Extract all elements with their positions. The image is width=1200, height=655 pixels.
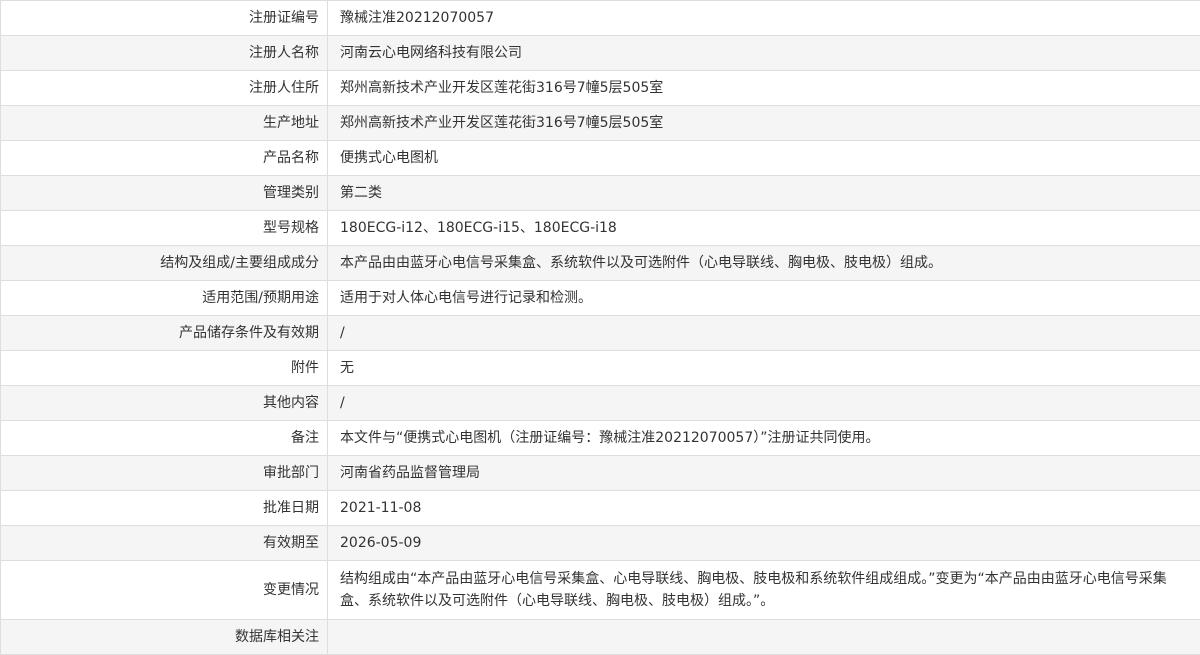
field-label: 型号规格 xyxy=(0,210,328,246)
field-label: 结构及组成/主要组成成分 xyxy=(0,245,328,281)
field-value: 2021-11-08 xyxy=(327,490,1200,526)
row-attachments: 附件 无 xyxy=(0,350,1200,386)
field-label: 注册证编号 xyxy=(0,0,328,36)
field-label: 适用范围/预期用途 xyxy=(0,280,328,316)
field-label: 生产地址 xyxy=(0,105,328,141)
field-value: 本文件与“便携式心电图机（注册证编号：豫械注准20212070057）”注册证共… xyxy=(327,420,1200,456)
row-storage-validity: 产品储存条件及有效期 / xyxy=(0,315,1200,351)
field-value: 第二类 xyxy=(327,175,1200,211)
field-label: 变更情况 xyxy=(0,560,328,620)
field-value xyxy=(327,619,1200,655)
row-database-notes: 数据库相关注 xyxy=(0,619,1200,655)
row-production-address: 生产地址 郑州高新技术产业开发区莲花街316号7幢5层505室 xyxy=(0,105,1200,141)
field-value: / xyxy=(327,315,1200,351)
row-structure-composition: 结构及组成/主要组成成分 本产品由由蓝牙心电信号采集盒、系统软件以及可选附件（心… xyxy=(0,245,1200,281)
field-value: 河南省药品监督管理局 xyxy=(327,455,1200,491)
field-value: / xyxy=(327,385,1200,421)
field-value: 便携式心电图机 xyxy=(327,140,1200,176)
field-label: 产品储存条件及有效期 xyxy=(0,315,328,351)
row-other-content: 其他内容 / xyxy=(0,385,1200,421)
row-management-category: 管理类别 第二类 xyxy=(0,175,1200,211)
field-value: 适用于对人体心电信号进行记录和检测。 xyxy=(327,280,1200,316)
field-label: 有效期至 xyxy=(0,525,328,561)
row-change-history: 变更情况 结构组成由“本产品由蓝牙心电信号采集盒、心电导联线、胸电极、肢电极和系… xyxy=(0,560,1200,620)
field-value: 豫械注准20212070057 xyxy=(327,0,1200,36)
row-registrant-address: 注册人住所 郑州高新技术产业开发区莲花街316号7幢5层505室 xyxy=(0,70,1200,106)
field-label: 附件 xyxy=(0,350,328,386)
field-value: 郑州高新技术产业开发区莲花街316号7幢5层505室 xyxy=(327,70,1200,106)
registration-info-table: 注册证编号 豫械注准20212070057 注册人名称 河南云心电网络科技有限公… xyxy=(0,0,1200,655)
field-value: 无 xyxy=(327,350,1200,386)
field-value: 本产品由由蓝牙心电信号采集盒、系统软件以及可选附件（心电导联线、胸电极、肢电极）… xyxy=(327,245,1200,281)
field-value: 郑州高新技术产业开发区莲花街316号7幢5层505室 xyxy=(327,105,1200,141)
field-label: 注册人名称 xyxy=(0,35,328,71)
field-label: 备注 xyxy=(0,420,328,456)
row-registrant-name: 注册人名称 河南云心电网络科技有限公司 xyxy=(0,35,1200,71)
field-label: 注册人住所 xyxy=(0,70,328,106)
row-remarks: 备注 本文件与“便携式心电图机（注册证编号：豫械注准20212070057）”注… xyxy=(0,420,1200,456)
field-label: 产品名称 xyxy=(0,140,328,176)
field-value: 结构组成由“本产品由蓝牙心电信号采集盒、心电导联线、胸电极、肢电极和系统软件组成… xyxy=(327,560,1200,620)
field-label: 批准日期 xyxy=(0,490,328,526)
field-value: 河南云心电网络科技有限公司 xyxy=(327,35,1200,71)
field-label: 数据库相关注 xyxy=(0,619,328,655)
row-intended-use: 适用范围/预期用途 适用于对人体心电信号进行记录和检测。 xyxy=(0,280,1200,316)
row-approval-date: 批准日期 2021-11-08 xyxy=(0,490,1200,526)
field-label: 审批部门 xyxy=(0,455,328,491)
row-model-spec: 型号规格 180ECG-i12、180ECG-i15、180ECG-i18 xyxy=(0,210,1200,246)
field-value: 180ECG-i12、180ECG-i15、180ECG-i18 xyxy=(327,210,1200,246)
row-product-name: 产品名称 便携式心电图机 xyxy=(0,140,1200,176)
row-approval-department: 审批部门 河南省药品监督管理局 xyxy=(0,455,1200,491)
field-label: 其他内容 xyxy=(0,385,328,421)
row-valid-until: 有效期至 2026-05-09 xyxy=(0,525,1200,561)
row-registration-number: 注册证编号 豫械注准20212070057 xyxy=(0,0,1200,36)
field-label: 管理类别 xyxy=(0,175,328,211)
field-value: 2026-05-09 xyxy=(327,525,1200,561)
